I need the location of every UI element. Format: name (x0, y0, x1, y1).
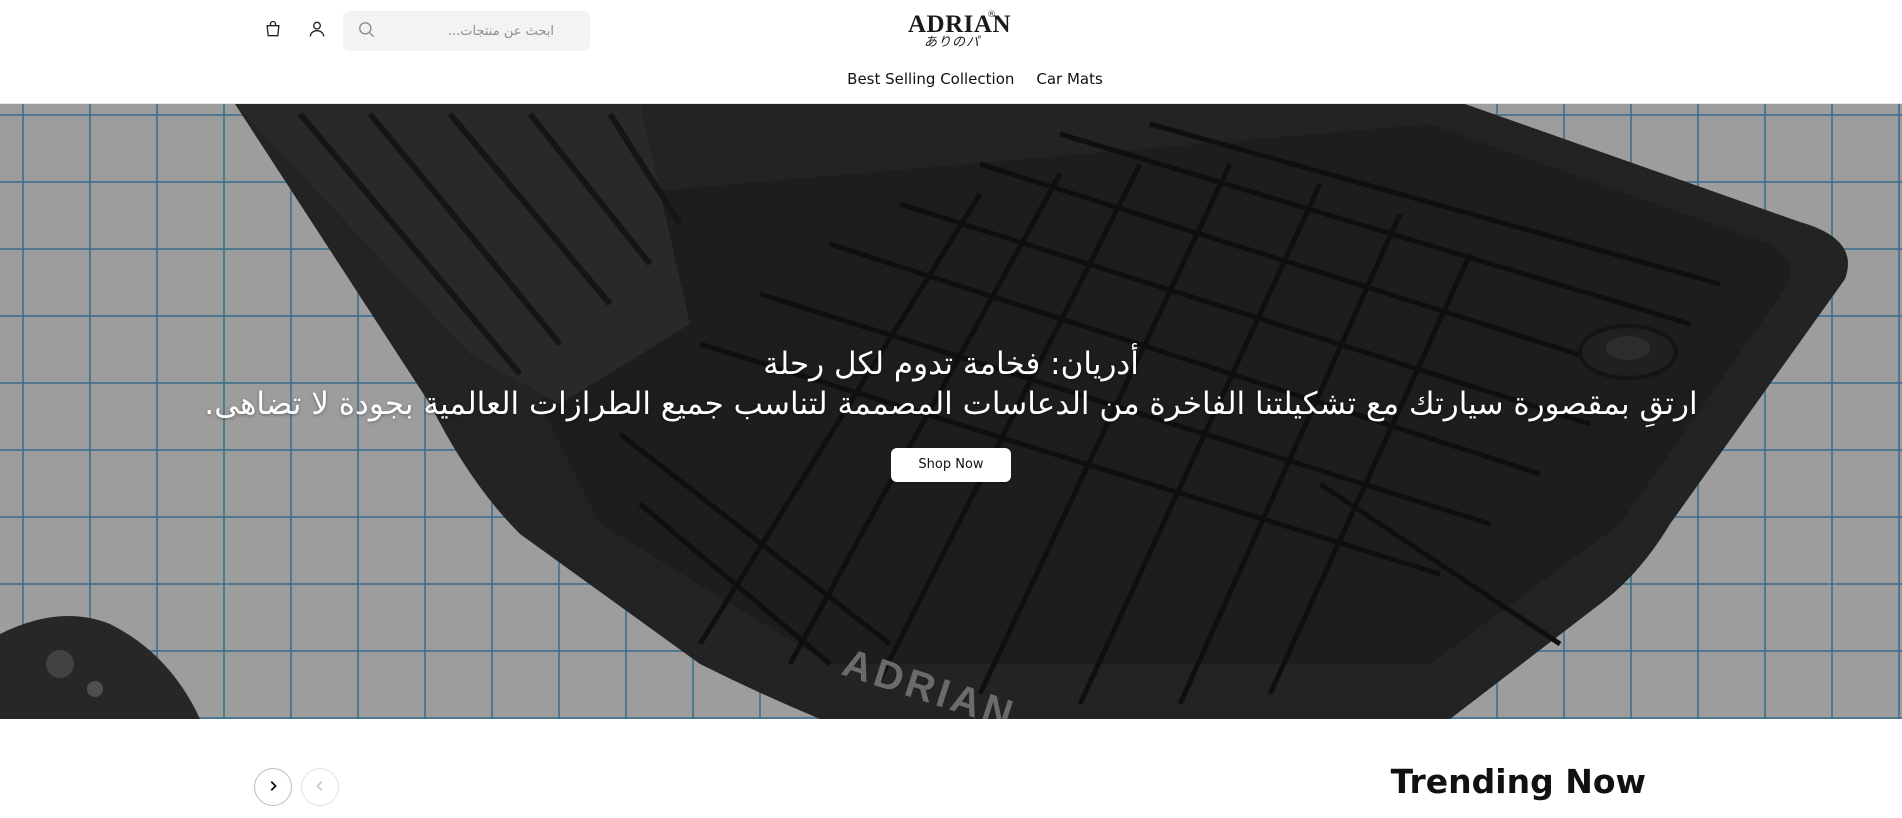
hero-title: أدريان: فخامة تدوم لكل رحلة (763, 346, 1139, 382)
chevron-left-icon (313, 778, 327, 797)
hero-subtitle: ارتقِ بمقصورة سيارتك مع تشكيلتنا الفاخرة… (204, 386, 1698, 422)
brand-logo[interactable]: ADRIAN ありのパ ® (908, 10, 1011, 54)
search-input[interactable] (376, 11, 576, 51)
nav-item-car-mats[interactable]: Car Mats (1036, 70, 1102, 88)
hero-content: أدريان: فخامة تدوم لكل رحلة ارتقِ بمقصور… (0, 344, 1902, 482)
user-icon[interactable] (306, 18, 328, 40)
header-icon-group (262, 18, 328, 40)
carousel-prev-button[interactable] (301, 768, 339, 806)
registered-mark: ® (987, 10, 996, 20)
trending-section: Trending Now (0, 719, 1902, 818)
hero-banner: ADRIAN أدريان: فخامة تدوم لكل رحلة ارتقِ… (0, 104, 1902, 719)
logo-text: ADRIAN (908, 11, 1011, 38)
nav-item-best-selling[interactable]: Best Selling Collection (847, 70, 1014, 88)
trending-title: Trending Now (1390, 762, 1646, 801)
logo-subtext: ありのパ (923, 35, 980, 50)
shop-now-button[interactable]: Shop Now (891, 448, 1011, 482)
shopping-bag-icon[interactable] (262, 18, 284, 40)
main-nav: Best Selling Collection Car Mats (0, 70, 1902, 88)
site-header: ADRIAN ありのパ ® Best Selling Collection Ca… (0, 0, 1902, 104)
carousel-next-button[interactable] (254, 768, 292, 806)
chevron-right-icon (266, 778, 280, 797)
search-bar[interactable] (343, 11, 590, 51)
search-icon[interactable] (357, 20, 376, 43)
